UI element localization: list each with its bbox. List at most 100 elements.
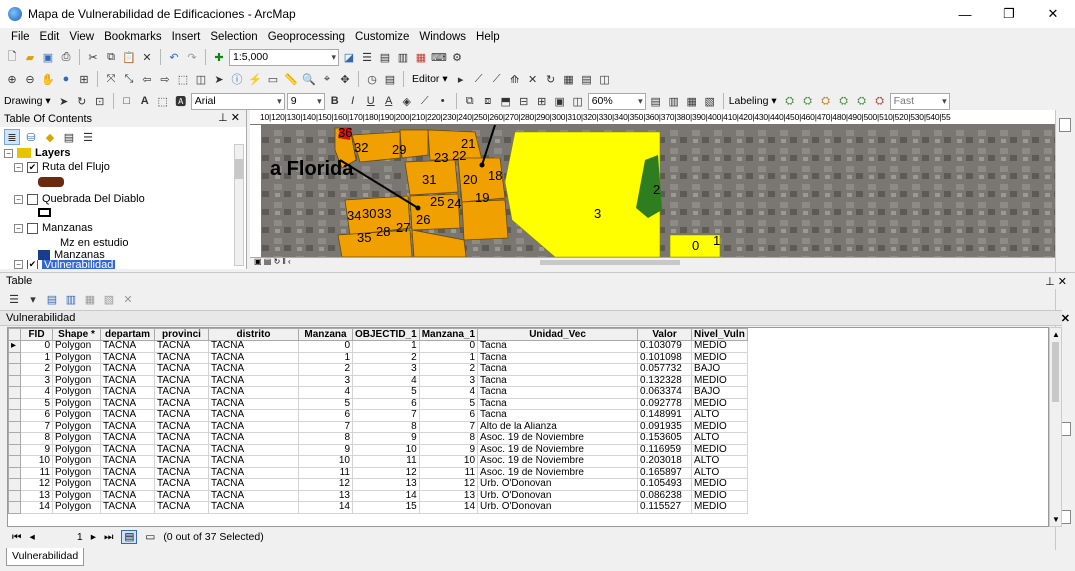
rotate-icon[interactable]: ↻ — [74, 93, 90, 109]
table-cell[interactable]: 7 — [20, 420, 53, 433]
distribute-icon[interactable]: ⊞ — [534, 93, 550, 109]
html-popup-icon[interactable]: ▭ — [265, 71, 281, 87]
table-tab-vulnerabilidad[interactable]: Vulnerabilidad — [6, 548, 85, 566]
menu-edit[interactable]: Edit — [35, 31, 65, 43]
table-cell[interactable]: Tacna — [477, 409, 639, 422]
swipe-icon[interactable]: ▤ — [382, 71, 398, 87]
pause-labeling-icon[interactable]: ⛭ — [818, 93, 834, 109]
table-cell[interactable]: 0.086238 — [637, 489, 693, 502]
table-cell[interactable]: Polygon — [52, 443, 101, 456]
table-cell[interactable]: Tacna — [477, 397, 639, 410]
select-features-icon[interactable]: ⬚ — [175, 71, 191, 87]
row-selector[interactable] — [8, 397, 21, 410]
paste-icon[interactable]: 📋 — [121, 49, 137, 65]
table-cell[interactable]: TACNA — [100, 420, 155, 433]
table-cell[interactable]: 2 — [20, 363, 53, 376]
layout-data-icon[interactable]: ▦ — [684, 93, 700, 109]
rectangle-icon[interactable]: □ — [119, 93, 135, 109]
split-tool-icon[interactable]: ✕ — [525, 71, 541, 87]
table-cell[interactable]: 11 — [20, 466, 53, 479]
table-row[interactable]: 3 Polygon TACNA TACNA TACNA 3 4 3 Tacna 0.132328 M… — [8, 374, 748, 387]
table-row[interactable]: ▸ 0 Polygon TACNA TACNA TACNA 0 1 0 Tacna 0.103079… — [8, 340, 748, 353]
copy-icon[interactable]: ⧉ — [103, 49, 119, 65]
find-route-icon[interactable]: ⌖ — [319, 71, 335, 87]
menu-selection[interactable]: Selection — [205, 31, 262, 43]
table-options-icon[interactable]: ☰ — [6, 291, 22, 307]
attribute-table[interactable]: FID Shape * departam provinci distrito M… — [7, 327, 1049, 527]
table-cell[interactable]: 3 — [298, 374, 353, 387]
table-cell[interactable]: TACNA — [100, 363, 155, 376]
minimize-button[interactable]: — — [943, 0, 987, 28]
table-cell[interactable]: 0 — [20, 340, 53, 353]
identify-icon[interactable]: ⓘ — [229, 71, 245, 87]
table-cell[interactable]: TACNA — [100, 374, 155, 387]
table-cell[interactable]: TACNA — [154, 443, 209, 456]
layout-page-icon[interactable]: ▤ — [648, 93, 664, 109]
zoom-to-selected-icon[interactable]: ⊡ — [92, 93, 108, 109]
row-selector[interactable] — [8, 455, 21, 468]
table-cell[interactable]: 0.091935 — [637, 420, 693, 433]
table-cell[interactable]: 7 — [352, 409, 420, 422]
table-cell[interactable]: 6 — [20, 409, 53, 422]
table-cell[interactable]: 14 — [298, 501, 353, 514]
zoom-in-icon[interactable]: ⊕ — [4, 71, 20, 87]
map-view[interactable]: 10|120|130|140|150|160|170|180|190|200|2… — [250, 110, 1055, 267]
table-cell[interactable]: 1 — [352, 340, 420, 353]
label-priority-icon[interactable]: ⛭ — [872, 93, 888, 109]
font-icon[interactable]: 🅰 — [173, 93, 189, 109]
table-cell[interactable]: 15 — [352, 501, 420, 514]
table-cell[interactable]: MEDIO — [691, 351, 748, 364]
table-cell[interactable]: 8 — [20, 432, 53, 445]
table-cell[interactable]: TACNA — [100, 397, 155, 410]
bold-icon[interactable]: B — [327, 93, 343, 109]
table-cell[interactable]: 5 — [20, 397, 53, 410]
table-row[interactable]: 4 Polygon TACNA TACNA TACNA 4 5 4 Tacna 0.063374 B… — [8, 386, 748, 399]
collapse-icon[interactable]: − — [14, 162, 23, 172]
catalog-icon[interactable]: ▤ — [377, 49, 393, 65]
table-cell[interactable]: TACNA — [208, 351, 299, 364]
table-cell[interactable]: 9 — [298, 443, 353, 456]
table-cell[interactable]: Asoc. 19 de Noviembre — [477, 466, 639, 479]
table-cell[interactable]: TACNA — [208, 340, 299, 353]
view-unplaced-icon[interactable]: ⛭ — [836, 93, 852, 109]
toc-scrollbar[interactable] — [234, 144, 244, 266]
table-cell[interactable]: Polygon — [52, 409, 101, 422]
table-cell[interactable]: TACNA — [154, 340, 209, 353]
table-cell[interactable]: 12 — [418, 478, 479, 491]
collapse-icon[interactable]: − — [14, 260, 23, 269]
table-cell[interactable]: 8 — [298, 432, 353, 445]
table-cell[interactable]: TACNA — [208, 420, 299, 433]
related-tables-icon[interactable]: ▾ — [25, 291, 41, 307]
table-row[interactable]: 7 Polygon TACNA TACNA TACNA 7 8 7 Alto de la Ali… — [8, 420, 748, 433]
table-cell[interactable]: TACNA — [100, 455, 155, 468]
order-icon[interactable]: ⬒ — [498, 93, 514, 109]
table-cell[interactable]: 14 — [418, 501, 479, 514]
table-cell[interactable]: 2 — [418, 363, 479, 376]
pan-icon[interactable]: ✋ — [40, 71, 56, 87]
table-cell[interactable]: Tacna — [477, 351, 639, 364]
label-manager-icon[interactable]: ⛭ — [782, 93, 798, 109]
show-all-records-icon[interactable]: ▤ — [121, 530, 138, 544]
table-cell[interactable]: 4 — [352, 374, 420, 387]
table-cell[interactable]: 12 — [20, 478, 53, 491]
fill-color-icon[interactable]: ◈ — [399, 93, 415, 109]
clear-selection-icon[interactable]: ◫ — [193, 71, 209, 87]
table-cell[interactable]: 14 — [20, 501, 53, 514]
table-cell[interactable]: TACNA — [154, 455, 209, 468]
full-extent-icon[interactable]: ● — [58, 71, 74, 87]
measure-icon[interactable]: 📏 — [283, 71, 299, 87]
column-header[interactable]: Manzana_1 — [418, 328, 479, 341]
table-cell[interactable]: 0.057732 — [637, 363, 693, 376]
table-cell[interactable]: 0.165897 — [637, 466, 693, 479]
table-cell[interactable]: Polygon — [52, 466, 101, 479]
table-cell[interactable]: 11 — [418, 466, 479, 479]
table-of-contents-icon[interactable]: ☰ — [359, 49, 375, 65]
table-cell[interactable]: 0.116959 — [637, 443, 693, 456]
table-cell[interactable]: 6 — [418, 409, 479, 422]
table-cell[interactable]: 12 — [298, 478, 353, 491]
table-cell[interactable]: 1 — [20, 351, 53, 364]
table-cell[interactable]: TACNA — [154, 489, 209, 502]
column-header[interactable]: Nivel_Vuln — [691, 328, 748, 341]
table-cell[interactable]: TACNA — [154, 420, 209, 433]
menu-windows[interactable]: Windows — [414, 31, 471, 43]
